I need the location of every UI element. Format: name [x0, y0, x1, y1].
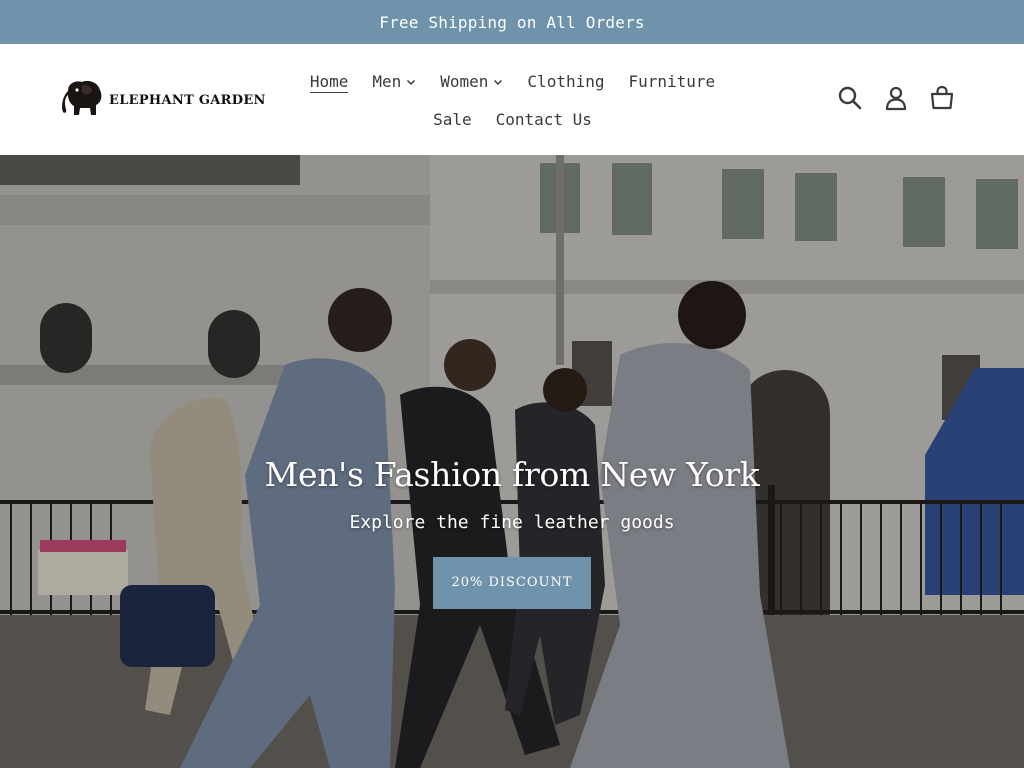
account-icon [885, 86, 907, 111]
announcement-bar: Free Shipping on All Orders [0, 0, 1024, 44]
search-icon [838, 86, 862, 110]
cart-icon [930, 85, 954, 110]
hero-content: Men's Fashion from New York Explore the … [0, 455, 1024, 609]
header-icons [836, 84, 956, 112]
announcement-text: Free Shipping on All Orders [379, 12, 645, 32]
nav-women[interactable]: Women [440, 71, 503, 93]
nav-sale[interactable]: Sale [433, 109, 472, 131]
search-button[interactable] [836, 84, 864, 112]
nav-contact[interactable]: Contact Us [496, 109, 592, 131]
nav-men-label: Men [372, 72, 402, 91]
discount-button[interactable]: 20% DISCOUNT [433, 557, 591, 609]
logo-text: ELEPHANT GARDEN [109, 92, 266, 108]
nav-men[interactable]: Men [372, 71, 416, 93]
main-nav: Home Men Women Clothing Furniture Sale C… [290, 71, 735, 131]
site-header: ELEPHANT GARDEN Home Men Women Clothing … [0, 44, 1024, 155]
cart-button[interactable] [928, 84, 956, 112]
nav-women-label: Women [440, 72, 489, 91]
chevron-down-icon [494, 79, 503, 86]
account-button[interactable] [882, 84, 910, 112]
hero-subtitle: Explore the fine leather goods [349, 512, 675, 533]
elephant-logo-icon [62, 80, 102, 115]
hero-banner: Men's Fashion from New York Explore the … [0, 155, 1024, 768]
nav-furniture[interactable]: Furniture [628, 71, 715, 93]
nav-clothing[interactable]: Clothing [527, 71, 604, 93]
chevron-down-icon [407, 79, 416, 86]
nav-home[interactable]: Home [309, 71, 349, 93]
site-logo[interactable]: ELEPHANT GARDEN [60, 77, 265, 123]
hero-title: Men's Fashion from New York [264, 455, 760, 494]
